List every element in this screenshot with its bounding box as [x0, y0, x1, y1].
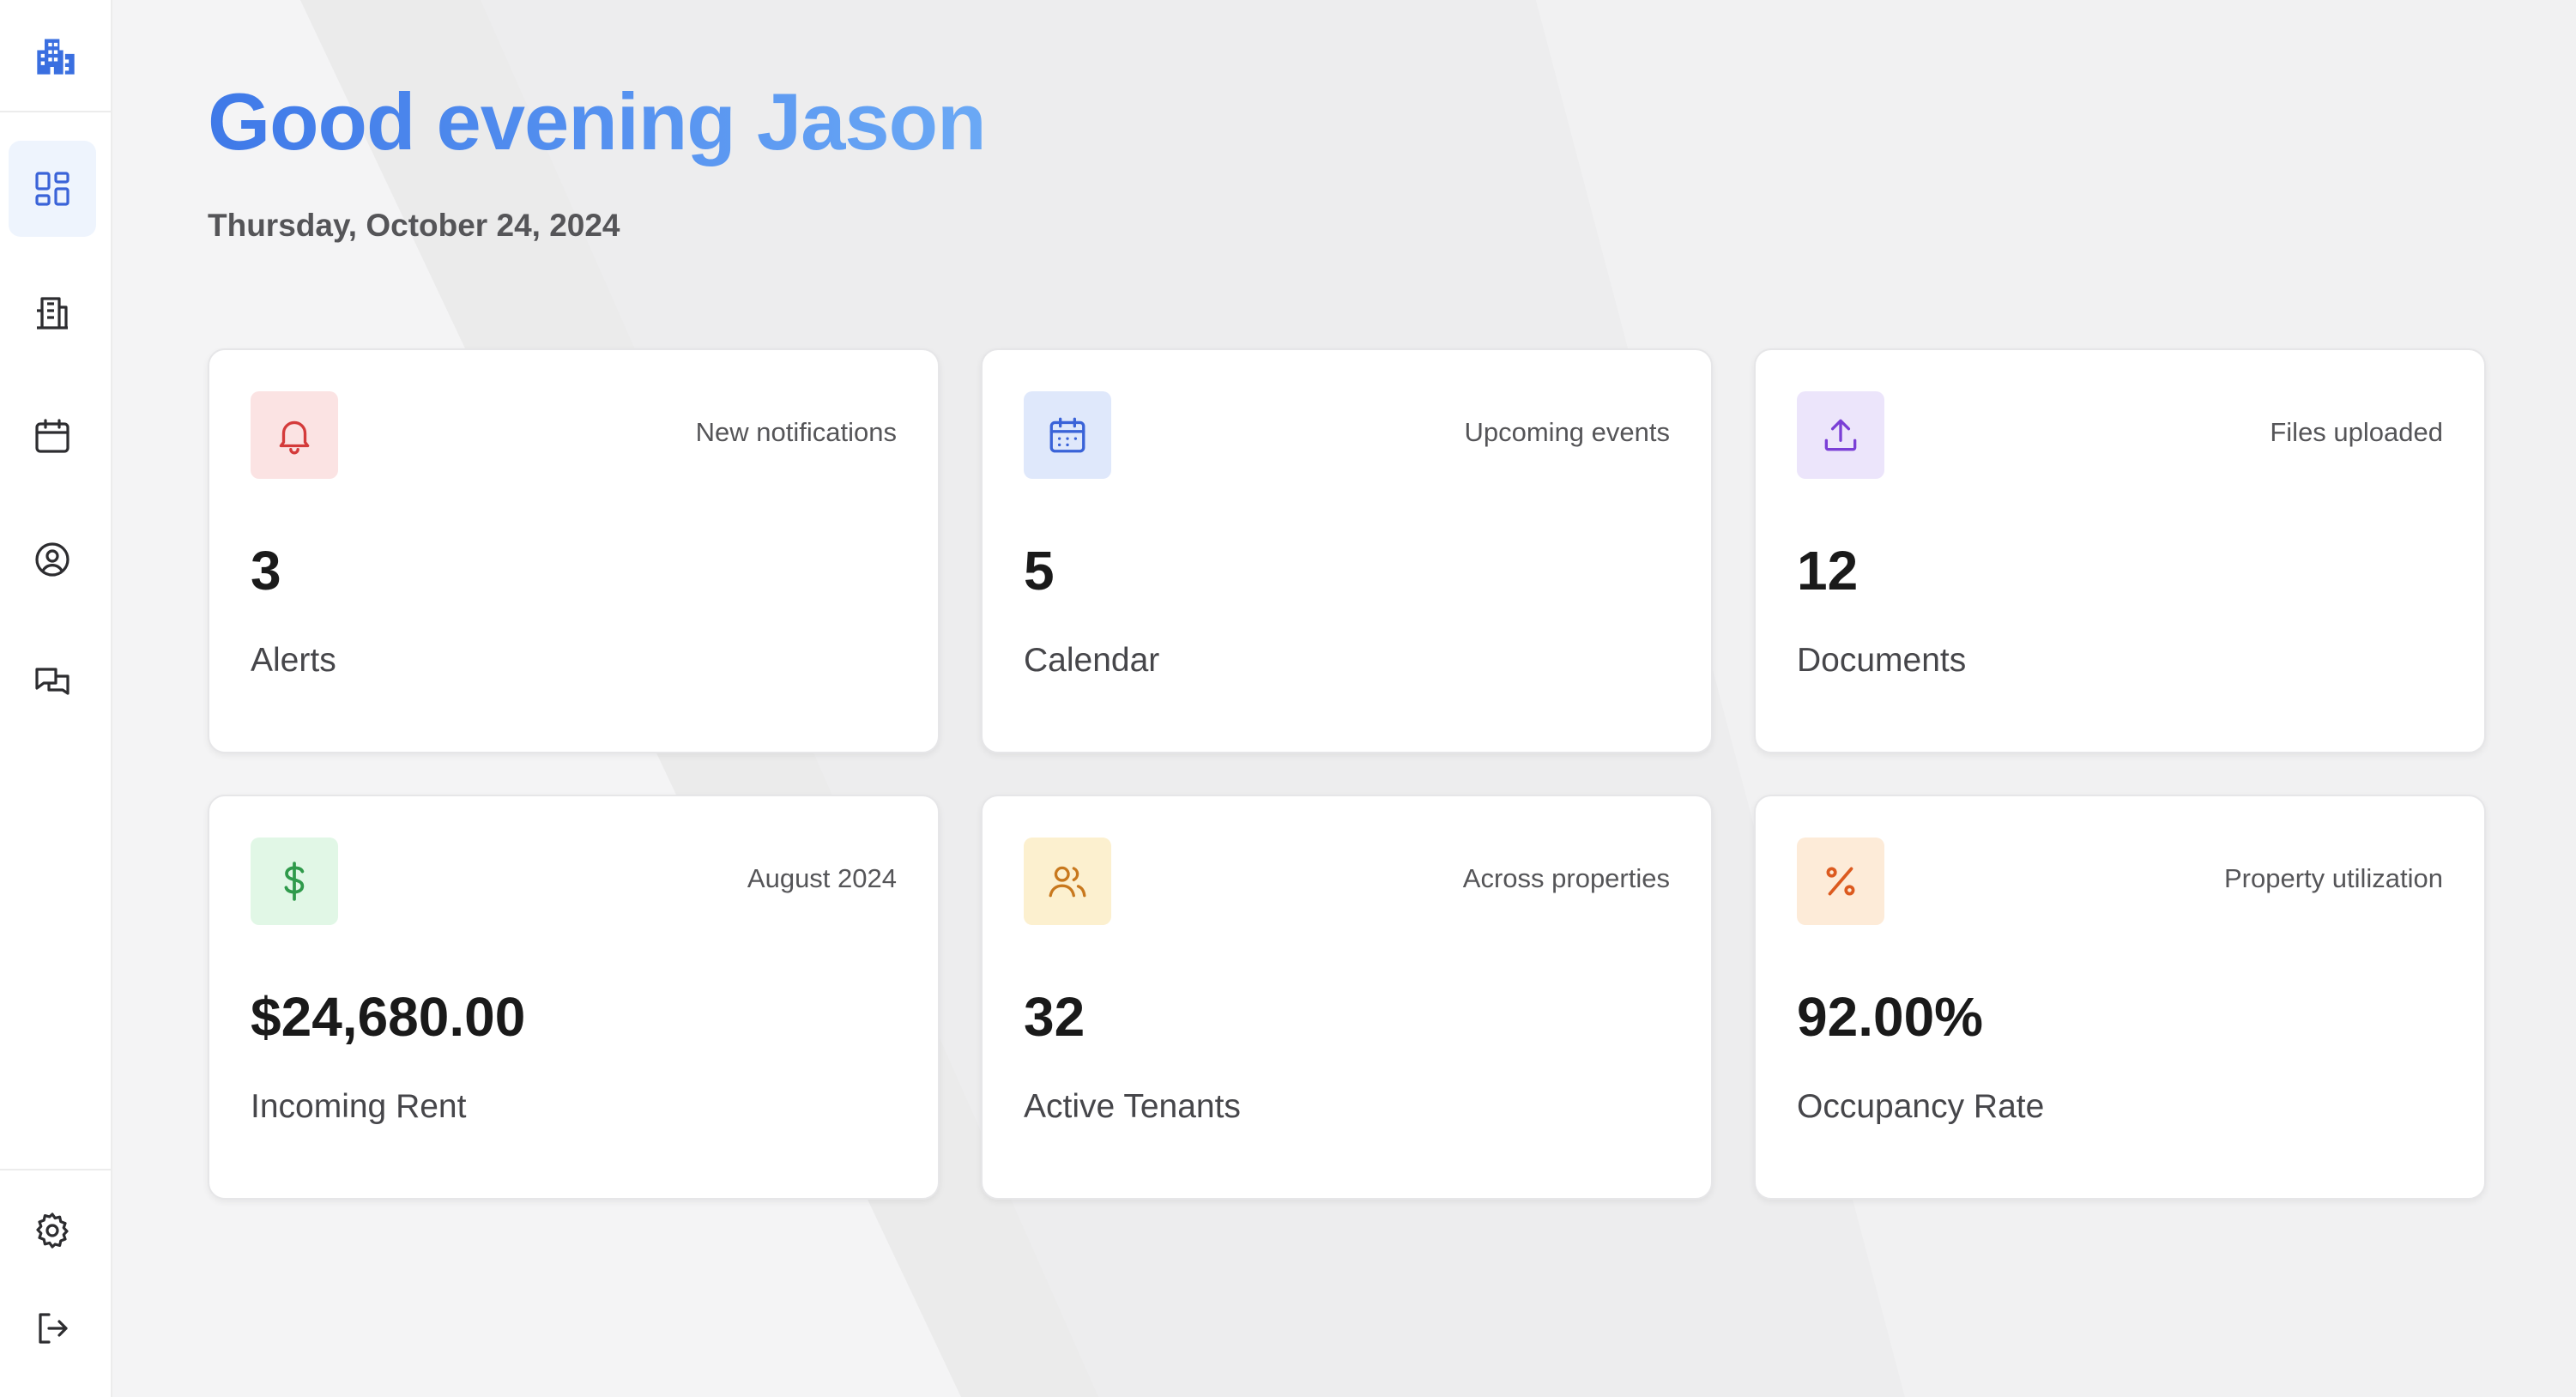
sidebar-item-settings[interactable]	[9, 1188, 96, 1273]
sidebar	[0, 0, 112, 1397]
logout-icon	[39, 1313, 68, 1344]
stat-card-occupancy[interactable]: Property utilization 92.00% Occupancy Ra…	[1754, 795, 2486, 1200]
card-icon-box	[1024, 838, 1111, 925]
upload-icon	[1824, 419, 1857, 451]
card-label: Occupancy Rate	[1797, 1088, 2045, 1125]
card-icon-box	[1797, 391, 1884, 479]
card-caption: August 2024	[747, 863, 897, 893]
card-label: Incoming Rent	[251, 1088, 467, 1125]
bell-icon	[279, 420, 310, 455]
card-caption: Property utilization	[2223, 863, 2443, 893]
card-label: Active Tenants	[1024, 1088, 1241, 1125]
card-value: 32	[1024, 986, 1085, 1048]
card-icon-box	[251, 838, 338, 925]
building-icon	[36, 39, 75, 75]
sidebar-item-logout[interactable]	[9, 1285, 96, 1371]
gear-icon	[36, 1213, 69, 1249]
card-label: Documents	[1797, 642, 1967, 679]
dashboard-icon	[35, 172, 70, 206]
sidebar-item-dashboard[interactable]	[9, 141, 96, 237]
card-caption: New notifications	[695, 417, 897, 447]
card-value: 92.00%	[1797, 986, 1984, 1048]
card-value: 5	[1024, 540, 1055, 602]
percent-icon	[1826, 867, 1855, 896]
stat-card-tenants[interactable]: Across properties 32 Active Tenants	[981, 795, 1713, 1200]
card-icon-box	[1797, 838, 1884, 925]
sidebar-item-calendar[interactable]	[9, 388, 96, 484]
card-value: $24,680.00	[251, 986, 526, 1048]
sidebar-item-properties[interactable]	[9, 264, 96, 360]
card-caption: Files uploaded	[2270, 417, 2443, 447]
card-icon-box	[1024, 391, 1111, 479]
stat-card-alerts[interactable]: New notifications 3 Alerts	[208, 348, 940, 753]
card-caption: Across properties	[1462, 863, 1670, 893]
card-label: Calendar	[1024, 642, 1160, 679]
stat-card-calendar[interactable]: Upcoming events 5 Calendar	[981, 348, 1713, 753]
stat-card-rent[interactable]: August 2024 $24,680.00 Incoming Rent	[208, 795, 940, 1200]
user-circle-icon	[35, 542, 70, 577]
sidebar-item-messages[interactable]	[9, 635, 96, 731]
card-label: Alerts	[251, 642, 336, 679]
dollar-icon	[284, 862, 305, 901]
app-logo[interactable]	[0, 0, 111, 112]
users-icon	[1049, 866, 1086, 898]
sidebar-item-profile[interactable]	[9, 511, 96, 608]
calendar-icon	[1049, 417, 1085, 453]
card-value: 3	[251, 540, 281, 602]
current-date: Thursday, October 24, 2024	[208, 208, 620, 243]
buildings-icon	[37, 297, 68, 330]
calendar-icon	[35, 419, 70, 453]
messages-icon	[35, 668, 70, 695]
card-icon-box	[251, 391, 338, 479]
card-caption: Upcoming events	[1464, 417, 1670, 447]
stat-card-documents[interactable]: Files uploaded 12 Documents	[1754, 348, 2486, 753]
card-value: 12	[1797, 540, 1859, 602]
sidebar-bottom	[0, 1169, 111, 1397]
page-greeting: Good evening Jason	[208, 76, 986, 166]
